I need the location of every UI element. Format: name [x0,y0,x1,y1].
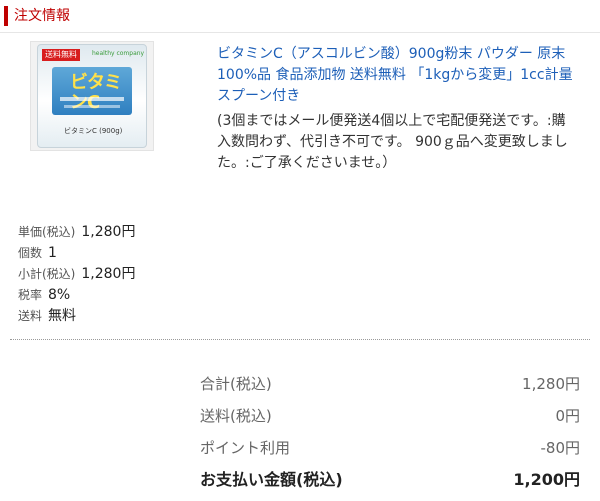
detail-label: 単価(税込) [18,225,76,239]
summary-value: -80円 [540,439,581,457]
summary-value: 1,200円 [513,470,580,489]
free-shipping-badge: 送料無料 [42,49,80,61]
detail-label: 送料 [18,309,43,323]
section-accent-bar [4,6,8,26]
product-title-link[interactable]: ビタミンC（アスコルビン酸）900g粉末 パウダー 原末 100%品 食品添加物… [217,44,577,107]
summary-points-row: ポイント利用 -80円 [200,432,580,464]
summary-shipping-row: 送料(税込) 0円 [200,400,580,432]
summary-value: 0円 [555,407,580,425]
detail-value: 無料 [48,308,77,324]
detail-label: 小計(税込) [18,267,76,281]
summary-label: 合計(税込) [200,375,272,393]
package-panel: ビタミンC [52,67,132,115]
order-summary: 合計(税込) 1,280円 送料(税込) 0円 ポイント利用 -80円 お支払い… [200,368,580,496]
detail-subtotal: 小計(税込) 1,280円 [18,262,135,283]
detail-value: 1,280円 [81,224,136,240]
package-stripe [60,97,124,101]
detail-value: 1,280円 [81,266,136,282]
detail-quantity: 個数 1 [18,241,135,262]
detail-label: 税率 [18,288,43,302]
detail-tax-rate: 税率 8% [18,283,135,304]
order-info-header: 注文情報 [0,0,600,33]
summary-label: お支払い金額(税込) [200,470,343,489]
product-image[interactable]: 送料無料 healthy company ビタミンC ビタミンC (900g) [30,41,154,151]
package-stripe [64,105,120,108]
summary-label: 送料(税込) [200,407,272,425]
summary-total-row: お支払い金額(税込) 1,200円 [200,464,580,496]
package-name: ビタミンC (900g) [64,127,123,135]
summary-subtotal-row: 合計(税込) 1,280円 [200,368,580,400]
detail-shipping: 送料 無料 [18,304,135,325]
summary-value: 1,280円 [522,375,580,393]
dotted-divider [10,339,590,340]
detail-value: 8% [48,287,71,303]
detail-label: 個数 [18,246,43,260]
brand-label: healthy company [92,50,145,57]
section-title: 注文情報 [14,8,70,24]
summary-label: ポイント利用 [200,439,291,457]
product-package: 送料無料 healthy company ビタミンC ビタミンC (900g) [37,44,147,148]
item-details: 単価(税込) 1,280円 個数 1 小計(税込) 1,280円 税率 8% 送料 無料 [18,220,135,325]
product-note: (3個まではメール便発送4個以上で宅配便発送です。:購入数問わず、代引き不可です… [217,113,568,171]
detail-value: 1 [48,245,57,261]
detail-unit-price: 単価(税込) 1,280円 [18,220,135,241]
